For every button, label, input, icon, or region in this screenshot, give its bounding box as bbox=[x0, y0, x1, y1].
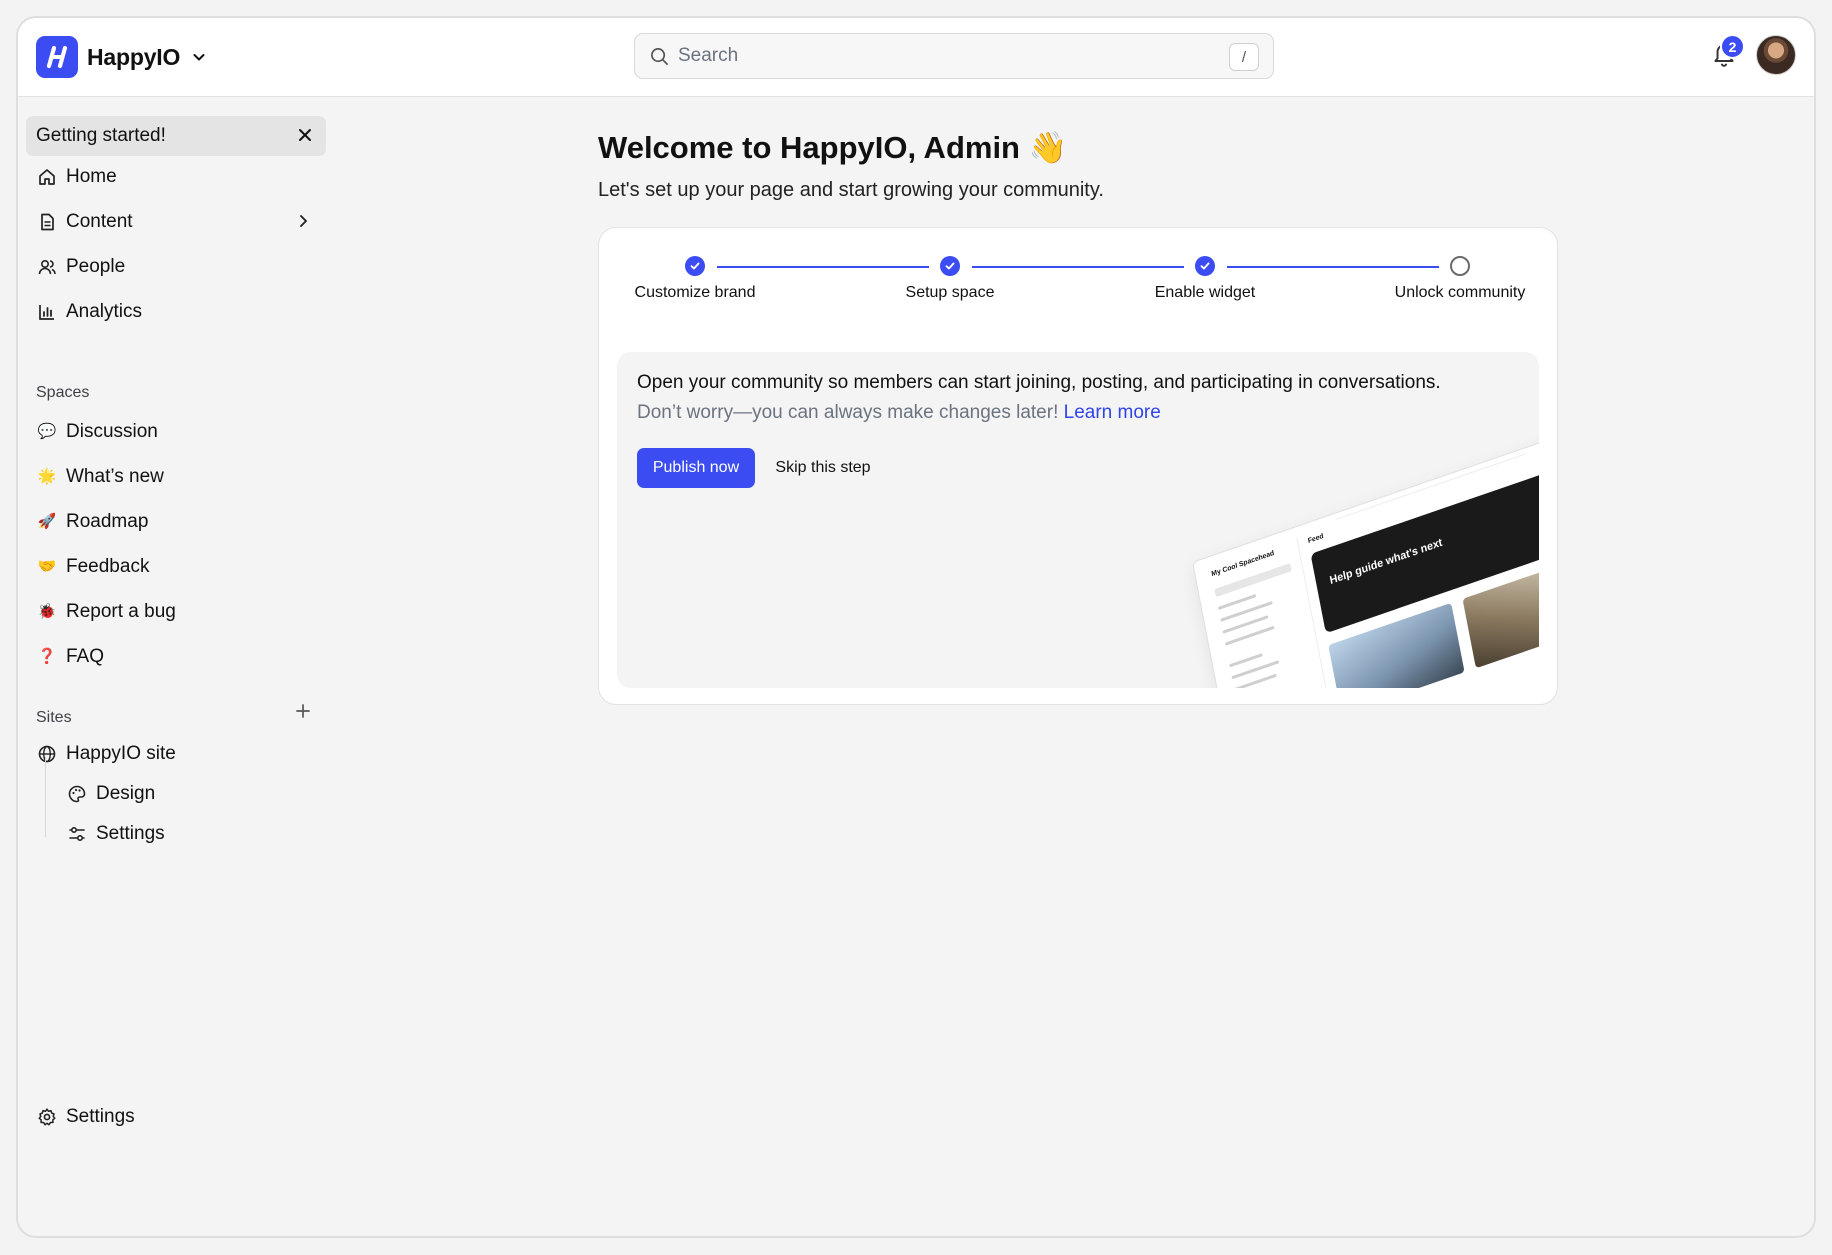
preview-feed-label: Feed bbox=[1307, 532, 1325, 546]
sidebar-item-label: Discussion bbox=[66, 421, 158, 442]
check-icon bbox=[1195, 256, 1215, 276]
search-shortcut-hint: / bbox=[1229, 43, 1259, 71]
progress-stepper: Customize brand Setup space Enable widge… bbox=[599, 228, 1557, 318]
sidebar-item-label: Roadmap bbox=[66, 511, 149, 532]
sidebar-item-label: Settings bbox=[96, 823, 165, 844]
bug-icon: 🐞 bbox=[37, 603, 57, 620]
chevron-down-icon bbox=[191, 49, 207, 65]
star-icon: 🌟 bbox=[37, 468, 57, 485]
notification-badge: 2 bbox=[1720, 34, 1745, 59]
app-logo-icon bbox=[36, 36, 78, 78]
sidebar-item-label: Analytics bbox=[66, 301, 143, 322]
step-setup-space[interactable]: Setup space bbox=[860, 256, 1040, 302]
sidebar-item-label: Home bbox=[66, 166, 117, 187]
sidebar-item-discussion[interactable]: 💬 Discussion bbox=[26, 412, 326, 452]
close-icon[interactable] bbox=[296, 126, 314, 144]
add-site-icon[interactable] bbox=[294, 702, 312, 720]
sidebar-item-label: Feedback bbox=[66, 556, 150, 577]
home-icon bbox=[36, 166, 58, 188]
top-bar: HappyIO / 2 bbox=[18, 18, 1814, 97]
step-enable-widget[interactable]: Enable widget bbox=[1115, 256, 1295, 302]
workspace-switcher[interactable]: HappyIO bbox=[36, 36, 207, 78]
page-subtitle: Let's set up your page and start growing… bbox=[598, 179, 1104, 201]
question-mark-icon: ❓ bbox=[37, 648, 57, 665]
step-label: Enable widget bbox=[1154, 284, 1256, 301]
sidebar-item-label: People bbox=[66, 256, 126, 277]
sidebar-item-roadmap[interactable]: 🚀 Roadmap bbox=[26, 502, 326, 542]
skip-step-button[interactable]: Skip this step bbox=[767, 448, 879, 488]
speech-bubble-icon: 💬 bbox=[37, 423, 57, 440]
user-avatar[interactable] bbox=[1756, 35, 1796, 75]
sidebar-item-label: Content bbox=[66, 211, 133, 232]
sidebar-item-analytics[interactable]: Analytics bbox=[26, 292, 326, 332]
rocket-icon: 🚀 bbox=[37, 513, 57, 530]
sidebar-item-people[interactable]: People bbox=[26, 247, 326, 287]
sidebar-item-label: Settings bbox=[66, 1106, 135, 1127]
sidebar-item-whats-new[interactable]: 🌟 What’s new bbox=[26, 457, 326, 497]
app-name: HappyIO bbox=[87, 43, 181, 70]
learn-more-link[interactable]: Learn more bbox=[1064, 402, 1161, 423]
step-label: Customize brand bbox=[634, 284, 756, 301]
sidebar-item-feedback[interactable]: 🤝 Feedback bbox=[26, 547, 326, 587]
check-icon bbox=[685, 256, 705, 276]
document-icon bbox=[36, 211, 58, 233]
step-customize-brand[interactable]: Customize brand bbox=[605, 256, 785, 302]
step-detail-panel: Open your community so members can start… bbox=[617, 352, 1539, 688]
people-icon bbox=[36, 256, 58, 278]
sidebar-item-settings[interactable]: Settings bbox=[26, 1097, 326, 1137]
sidebar: Getting started! Home Content People Ana… bbox=[18, 97, 338, 1236]
sidebar-item-content[interactable]: Content bbox=[26, 202, 326, 242]
publish-now-button[interactable]: Publish now bbox=[637, 448, 755, 488]
sidebar-item-happyio-site[interactable]: HappyIO site bbox=[26, 734, 326, 774]
sidebar-item-label: Report a bug bbox=[66, 601, 176, 622]
sidebar-item-design[interactable]: Design bbox=[56, 774, 316, 814]
sidebar-item-label: What’s new bbox=[66, 466, 164, 487]
tree-guide-line bbox=[45, 757, 46, 837]
gear-icon bbox=[36, 1106, 58, 1128]
step-unlock-community[interactable]: Unlock community bbox=[1370, 256, 1550, 302]
search-input[interactable] bbox=[678, 45, 1218, 67]
chevron-right-icon[interactable] bbox=[294, 212, 312, 230]
sliders-icon bbox=[66, 823, 88, 845]
sidebar-item-label: Design bbox=[96, 783, 156, 804]
sidebar-item-site-settings[interactable]: Settings bbox=[56, 814, 316, 854]
onboarding-card: Customize brand Setup space Enable widge… bbox=[598, 227, 1558, 705]
sidebar-item-home[interactable]: Home bbox=[26, 157, 326, 197]
getting-started-item[interactable]: Getting started! bbox=[26, 116, 326, 156]
check-icon bbox=[940, 256, 960, 276]
page-title: Welcome to HappyIO, Admin 👋 bbox=[598, 130, 1068, 165]
community-preview-image: My Cool Spacehead Feed Help guide what's… bbox=[1192, 425, 1539, 688]
preview-line bbox=[1229, 653, 1263, 668]
step-note: Don’t worry—you can always make changes … bbox=[637, 402, 1161, 424]
step-label: Setup space bbox=[905, 284, 995, 301]
sidebar-item-faq[interactable]: ❓ FAQ bbox=[26, 637, 326, 677]
search-bar: / bbox=[634, 33, 1274, 79]
handshake-icon: 🤝 bbox=[37, 558, 57, 575]
step-headline: Open your community so members can start… bbox=[637, 372, 1441, 393]
sidebar-item-label: FAQ bbox=[66, 646, 105, 667]
getting-started-label: Getting started! bbox=[36, 125, 166, 146]
step-note-text: Don’t worry—you can always make changes … bbox=[637, 402, 1059, 423]
spaces-section-label: Spaces bbox=[36, 384, 90, 401]
preview-hero-text: Help guide what's next bbox=[1328, 536, 1444, 588]
step-label: Unlock community bbox=[1394, 284, 1526, 301]
sites-section-label: Sites bbox=[36, 709, 72, 726]
palette-icon bbox=[66, 783, 88, 805]
bar-chart-icon bbox=[36, 301, 58, 323]
globe-icon bbox=[36, 743, 58, 765]
sidebar-item-report-a-bug[interactable]: 🐞 Report a bug bbox=[26, 592, 326, 632]
search-icon bbox=[650, 47, 669, 66]
app-window: HappyIO / 2 Getting started! bbox=[16, 16, 1816, 1238]
sidebar-item-label: HappyIO site bbox=[66, 743, 176, 764]
empty-circle-icon bbox=[1450, 256, 1470, 276]
